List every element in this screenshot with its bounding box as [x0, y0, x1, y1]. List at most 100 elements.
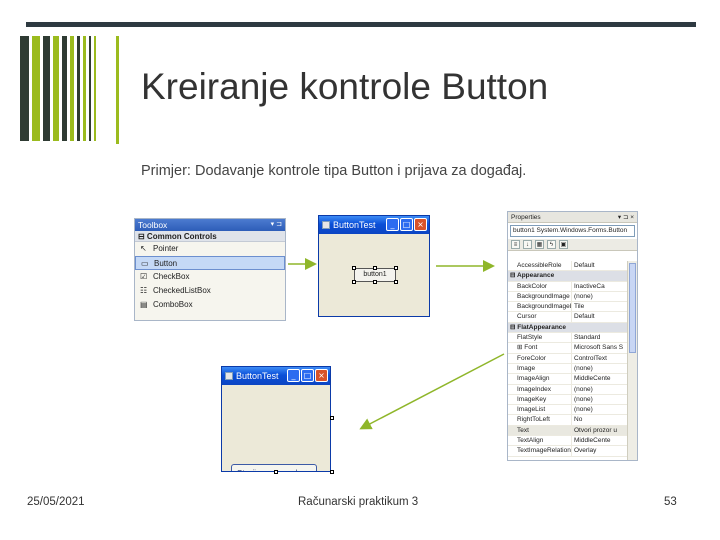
- form-icon: [225, 372, 233, 380]
- maximize-icon[interactable]: □: [400, 218, 413, 231]
- property-row[interactable]: RightToLeft No: [508, 415, 627, 426]
- resize-handle[interactable]: [274, 470, 278, 474]
- resize-handle[interactable]: [352, 280, 356, 284]
- property-row[interactable]: Image (none): [508, 363, 627, 375]
- property-value[interactable]: Otvori prozor u: [572, 425, 627, 436]
- property-name: BackgroundImageLa: [508, 302, 572, 312]
- property-row[interactable]: ImageList (none): [508, 405, 627, 416]
- toolbox-item-combobox[interactable]: ▤ ComboBox: [135, 298, 285, 312]
- properties-icon[interactable]: ▦: [535, 240, 544, 249]
- resize-handle[interactable]: [330, 470, 334, 474]
- property-name: TextImageRelation: [508, 446, 572, 456]
- property-row[interactable]: TextImageRelation Overlay: [508, 446, 627, 457]
- resize-handle[interactable]: [373, 280, 377, 284]
- resize-handle[interactable]: [330, 416, 334, 420]
- property-name: ⊟ FlatAppearance: [510, 323, 567, 331]
- property-value[interactable]: No: [572, 415, 627, 424]
- property-row[interactable]: ⊞ Font Microsoft Sans S: [508, 343, 627, 354]
- property-value[interactable]: Standard: [572, 333, 627, 342]
- property-row[interactable]: BackgroundImageLa Tile: [508, 302, 627, 313]
- property-value[interactable]: (none): [572, 292, 627, 301]
- alphabetical-icon[interactable]: ↓: [523, 240, 532, 249]
- categorized-icon[interactable]: ≡: [511, 240, 520, 249]
- minimize-icon[interactable]: _: [386, 218, 399, 231]
- property-row[interactable]: TextAlign MiddleCente: [508, 436, 627, 447]
- resize-handle[interactable]: [352, 266, 356, 270]
- property-value[interactable]: (none): [572, 364, 627, 373]
- runtime-form-body: Otvoji prozor u zelcno.: [222, 385, 330, 471]
- property-value[interactable]: Default: [572, 261, 627, 270]
- property-name: AccessibleRole: [508, 261, 572, 271]
- property-row[interactable]: BackColor InactiveCa: [508, 281, 627, 292]
- runtime-form-window: ButtonTest _ □ × Otvoji prozor u zelcno.: [221, 366, 331, 472]
- footer-course: Računarski praktikum 3: [298, 496, 419, 508]
- decorative-bar: [94, 36, 96, 141]
- toolbox-item-checkbox[interactable]: ☑ CheckBox: [135, 270, 285, 284]
- property-pages-icon[interactable]: ▣: [559, 240, 568, 249]
- decorative-bar: [89, 36, 91, 141]
- property-row[interactable]: ForeColor ControlText: [508, 353, 627, 364]
- property-row[interactable]: FlatStyle Standard: [508, 333, 627, 344]
- property-value[interactable]: Overlay: [572, 446, 627, 455]
- resize-handle[interactable]: [394, 266, 398, 270]
- toolbox-item-pointer[interactable]: ↖ Pointer: [135, 242, 285, 256]
- property-category[interactable]: ⊟ Appearance: [508, 271, 627, 282]
- pointer-icon: ↖: [140, 244, 147, 253]
- decorative-bar: [70, 36, 74, 141]
- pin-icon[interactable]: ▾ ⊐: [271, 219, 282, 231]
- close-icon[interactable]: ×: [414, 218, 427, 231]
- toolbox-item-checkedlistbox[interactable]: ☷ CheckedListBox: [135, 284, 285, 298]
- resize-handle[interactable]: [394, 280, 398, 284]
- top-rule: [26, 22, 696, 27]
- decorative-bar: [83, 36, 86, 141]
- property-value[interactable]: Tile: [572, 302, 627, 311]
- decorative-bar: [20, 36, 29, 141]
- runtime-titlebar[interactable]: ButtonTest _ □ ×: [222, 367, 330, 385]
- toolbox-item-label: ComboBox: [153, 300, 193, 309]
- property-row[interactable]: Cursor Default: [508, 312, 627, 323]
- decorative-bar: [43, 36, 50, 141]
- property-row[interactable]: ImageAlign MiddleCente: [508, 374, 627, 385]
- title-divider: [116, 36, 119, 144]
- property-row[interactable]: AccessibleRole Default: [508, 261, 627, 272]
- property-value[interactable]: MiddleCente: [572, 374, 627, 383]
- property-value[interactable]: InactiveCa: [572, 282, 627, 291]
- slide-title: Kreiranje kontrole Button: [141, 66, 549, 107]
- pin-icon[interactable]: ▾ ⊐ ×: [618, 212, 634, 223]
- scrollbar[interactable]: [627, 261, 637, 460]
- resize-handle[interactable]: [373, 266, 377, 270]
- arrow-properties-to-runtime: [359, 353, 505, 430]
- property-value[interactable]: MiddleCente: [572, 436, 627, 445]
- minimize-icon[interactable]: _: [287, 369, 300, 382]
- property-row[interactable]: ImageKey (none): [508, 394, 627, 406]
- events-icon[interactable]: ϟ: [547, 240, 556, 249]
- property-value[interactable]: (none): [572, 385, 627, 394]
- toolbox-panel: Toolbox ▾ ⊐ ⊟ Common Controls ↖ Pointer …: [134, 218, 286, 321]
- property-value[interactable]: (none): [572, 395, 627, 404]
- property-value[interactable]: Microsoft Sans S: [572, 343, 627, 352]
- decorative-bar: [32, 36, 40, 141]
- toolbox-group-common-controls[interactable]: ⊟ Common Controls: [135, 231, 285, 242]
- property-row[interactable]: BackgroundImage (none): [508, 291, 627, 303]
- toolbox-item-label: CheckBox: [153, 272, 190, 281]
- toolbox-item-label: CheckedListBox: [153, 286, 211, 295]
- properties-toolbar: ≡ ↓ ▦ ϟ ▣: [508, 239, 637, 251]
- toolbox-item-button[interactable]: ▭ Button: [135, 256, 285, 270]
- property-row[interactable]: ImageIndex (none): [508, 384, 627, 395]
- scrollbar-thumb[interactable]: [629, 263, 636, 353]
- property-value[interactable]: ControlText: [572, 354, 627, 363]
- decorative-bars: [20, 36, 120, 141]
- property-row[interactable]: Text Otvori prozor u: [508, 425, 627, 437]
- maximize-icon[interactable]: □: [301, 369, 314, 382]
- object-selector[interactable]: button1 System.Windows.Forms.Button: [510, 225, 635, 237]
- close-icon[interactable]: ×: [315, 369, 328, 382]
- decorative-bar: [77, 36, 80, 141]
- properties-panel: Properties ▾ ⊐ × button1 System.Windows.…: [507, 211, 638, 461]
- property-value[interactable]: Default: [572, 312, 627, 321]
- property-category[interactable]: ⊟ FlatAppearance: [508, 322, 627, 334]
- property-value[interactable]: (none): [572, 405, 627, 414]
- footer-page-number: 53: [664, 496, 677, 508]
- property-name: ImageIndex: [508, 384, 572, 394]
- designer-titlebar[interactable]: ButtonTest _ □ ×: [319, 216, 429, 234]
- property-name: ImageList: [508, 405, 572, 415]
